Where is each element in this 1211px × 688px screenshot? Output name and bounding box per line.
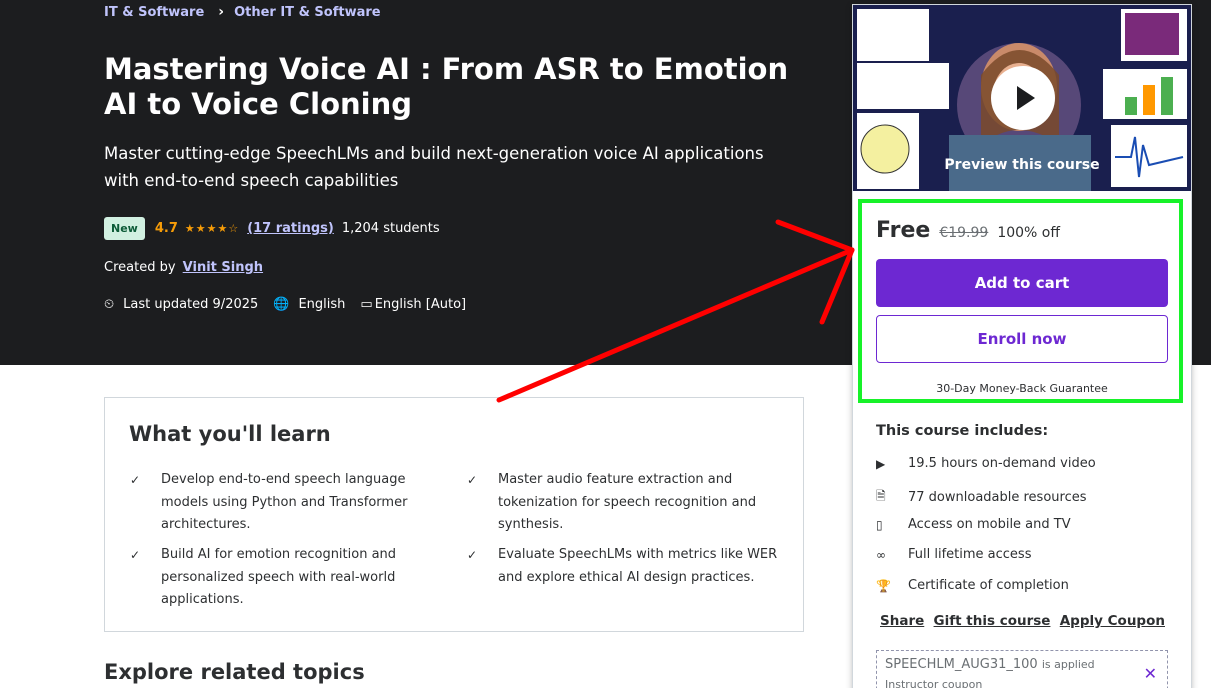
infinity-icon: ∞	[876, 547, 886, 562]
price-row: Free €19.99 100% off	[876, 218, 1060, 243]
course-title: Mastering Voice AI : From ASR to Emotion…	[104, 52, 789, 121]
include-item: 🏆 Certificate of completion	[876, 578, 1069, 593]
learn-item: ✓ Develop end-to-end speech language mod…	[130, 469, 451, 537]
discount-percent: 100% off	[997, 225, 1060, 241]
star-rating-icon: ★★★★☆	[184, 222, 240, 235]
check-icon: ✓	[467, 473, 478, 487]
rating-value: 4.7	[154, 221, 178, 236]
file-download-icon: 🗎	[876, 489, 886, 503]
learn-item: ✓ Build AI for emotion recognition and p…	[130, 544, 451, 612]
learn-item: ✓ Evaluate SpeechLMs with metrics like W…	[467, 544, 788, 589]
course-subtitle: Master cutting-edge SpeechLMs and build …	[104, 144, 764, 190]
gift-course-link[interactable]: Gift this course	[934, 613, 1051, 629]
author-link[interactable]: Vinit Singh	[183, 260, 263, 275]
explore-related-topics-title: Explore related topics	[104, 660, 365, 684]
check-icon: ✓	[130, 473, 141, 487]
include-item: ▶ 19.5 hours on-demand video	[876, 456, 1096, 471]
breadcrumb-item-other-it[interactable]: Other IT & Software	[234, 5, 381, 20]
money-back-guarantee: 30-Day Money-Back Guarantee	[936, 382, 1108, 395]
include-item-text: Full lifetime access	[908, 547, 1032, 562]
share-link[interactable]: Share	[880, 613, 924, 629]
sidebar-actions: Share Gift this course Apply Coupon	[880, 613, 1165, 629]
breadcrumb: IT & Software › Other IT & Software	[104, 4, 381, 20]
course-captions: English [Auto]	[374, 297, 467, 312]
original-price: €19.99	[939, 225, 989, 241]
applied-coupon: SPEECHLM_AUG31_100 is applied Instructor…	[876, 650, 1168, 688]
captions-icon: ▭	[360, 297, 373, 312]
include-item-text: Certificate of completion	[908, 578, 1069, 593]
coupon-code-line: SPEECHLM_AUG31_100 is applied	[885, 657, 1095, 672]
learn-item: ✓ Master audio feature extraction and to…	[467, 469, 788, 537]
last-updated: Last updated 9/2025	[123, 297, 259, 312]
course-includes-title: This course includes:	[876, 423, 1049, 439]
what-you-learn-section: What you'll learn ✓ Develop end-to-end s…	[104, 397, 804, 632]
preview-label: Preview this course	[944, 157, 1100, 173]
course-preview[interactable]: Preview this course	[853, 5, 1191, 191]
created-by: Created by Vinit Singh	[104, 260, 263, 275]
include-item: ▯ Access on mobile and TV	[876, 517, 1071, 532]
check-icon: ✓	[467, 548, 478, 562]
breadcrumb-item-it-software[interactable]: IT & Software	[104, 5, 204, 20]
apply-coupon-link[interactable]: Apply Coupon	[1060, 613, 1165, 629]
include-item: 🗎 77 downloadable resources	[876, 487, 1087, 508]
enroll-now-button[interactable]: Enroll now	[876, 315, 1168, 363]
add-to-cart-button[interactable]: Add to cart	[876, 259, 1168, 307]
coupon-type: Instructor coupon	[885, 678, 983, 688]
course-language: English	[298, 297, 346, 312]
close-icon[interactable]: ✕	[1144, 664, 1157, 683]
coupon-code: SPEECHLM_AUG31_100	[885, 657, 1038, 672]
learn-item-text: Develop end-to-end speech language model…	[161, 472, 408, 532]
current-price: Free	[876, 218, 931, 243]
globe-icon: 🌐	[273, 297, 290, 312]
include-item: ∞ Full lifetime access	[876, 547, 1031, 562]
chevron-right-icon: ›	[218, 4, 225, 20]
alert-clock-icon: ⏲	[104, 297, 115, 312]
course-meta: ⏲ Last updated 9/2025 🌐 English ▭ Englis…	[104, 297, 481, 312]
learn-item-text: Master audio feature extraction and toke…	[498, 472, 757, 532]
student-count: 1,204 students	[341, 221, 440, 236]
new-badge: New	[104, 217, 145, 240]
ratings-link[interactable]: (17 ratings)	[247, 221, 334, 236]
rating-row: New 4.7 ★★★★☆ (17 ratings) 1,204 student…	[104, 217, 440, 240]
learn-item-text: Build AI for emotion recognition and per…	[161, 547, 397, 607]
coupon-applied-label: is applied	[1041, 658, 1095, 671]
include-item-text: Access on mobile and TV	[908, 517, 1071, 532]
learn-item-text: Evaluate SpeechLMs with metrics like WER…	[498, 547, 778, 585]
include-item-text: 77 downloadable resources	[908, 490, 1087, 505]
created-by-label: Created by	[104, 260, 176, 275]
mobile-icon: ▯	[876, 517, 883, 532]
play-button-icon[interactable]	[991, 66, 1055, 130]
video-icon: ▶	[876, 456, 886, 471]
include-item-text: 19.5 hours on-demand video	[908, 456, 1096, 471]
trophy-icon: 🏆	[876, 578, 891, 593]
what-you-learn-title: What you'll learn	[129, 422, 331, 446]
check-icon: ✓	[130, 548, 141, 562]
